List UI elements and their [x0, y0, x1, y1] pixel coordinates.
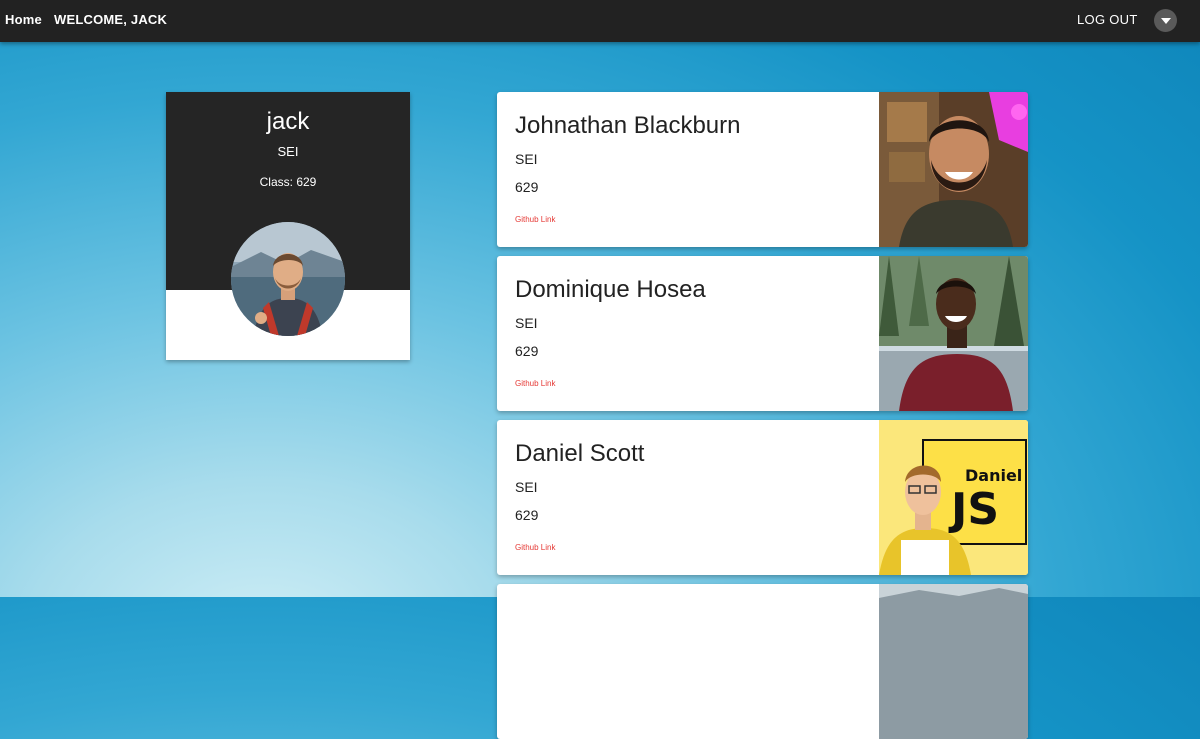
profile-card: jack SEI Class: 629: [166, 92, 410, 360]
student-name: Daniel Scott: [515, 440, 645, 467]
badge-text-js: JS: [951, 484, 1000, 535]
student-class: 629: [515, 179, 539, 195]
student-program: SEI: [515, 151, 538, 167]
student-class: 629: [515, 507, 539, 523]
student-card: Dominique Hosea SEI 629 Github Link: [497, 256, 1028, 411]
github-link[interactable]: Github Link: [515, 215, 555, 224]
nav-welcome-link[interactable]: WELCOME, JACK: [54, 12, 167, 27]
dropdown-button[interactable]: [1154, 9, 1177, 32]
profile-avatar: [231, 222, 345, 336]
nav-home-link[interactable]: Home: [5, 12, 42, 27]
github-link[interactable]: Github Link: [515, 379, 555, 388]
profile-class: Class: 629: [259, 175, 317, 189]
student-card: [497, 584, 1028, 739]
caret-down-icon: [1160, 17, 1171, 24]
github-link[interactable]: Github Link: [515, 543, 555, 552]
student-card: Johnathan Blackburn SEI 629 Github Link: [497, 92, 1028, 247]
student-photo: Daniel JS: [879, 420, 1028, 575]
student-photo-image: [879, 256, 1028, 411]
top-navbar: Home WELCOME, JACK LOG OUT: [0, 0, 1200, 42]
student-name: Dominique Hosea: [515, 276, 706, 303]
avatar-image: [231, 222, 345, 336]
student-card: Daniel Scott SEI 629 Github Link Daniel …: [497, 420, 1028, 575]
student-program: SEI: [515, 479, 538, 495]
student-photo: [879, 92, 1028, 247]
student-program: SEI: [515, 315, 538, 331]
student-name: Johnathan Blackburn: [515, 112, 741, 139]
profile-program: SEI: [277, 144, 299, 159]
profile-name: jack: [266, 108, 310, 135]
student-photo: [879, 584, 1028, 739]
student-photo-image: [879, 92, 1028, 247]
badge-text-daniel: Daniel: [965, 466, 1023, 485]
student-photo-image: [879, 584, 1028, 739]
student-photo: [879, 256, 1028, 411]
student-class: 629: [515, 343, 539, 359]
logout-link[interactable]: LOG OUT: [1077, 12, 1138, 27]
